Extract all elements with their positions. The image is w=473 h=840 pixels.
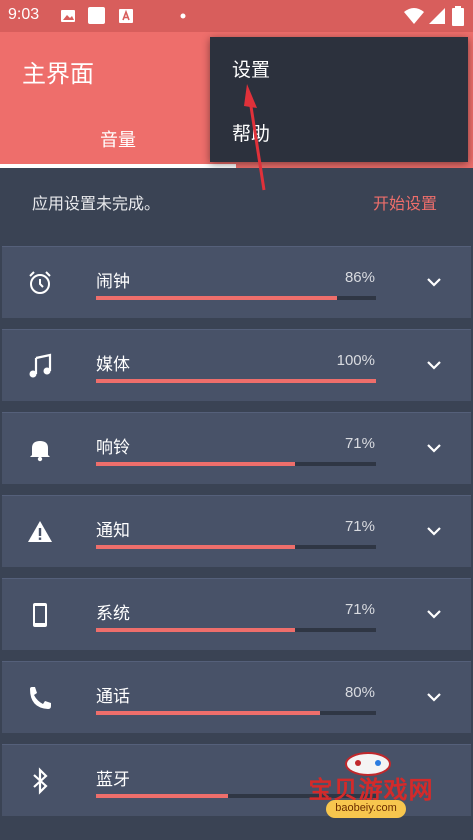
signal-icon bbox=[429, 8, 445, 24]
dot-icon bbox=[180, 13, 186, 19]
music-note-icon bbox=[29, 353, 52, 378]
text-a-icon bbox=[119, 9, 133, 23]
row-label: 通话 bbox=[96, 687, 130, 707]
volume-slider-fill bbox=[96, 711, 320, 715]
volume-slider[interactable] bbox=[96, 379, 376, 383]
row-label: 蓝牙 bbox=[96, 770, 130, 790]
row-percent: 71% bbox=[344, 601, 375, 618]
row-percent: 80% bbox=[344, 684, 375, 701]
volume-slider[interactable] bbox=[96, 462, 376, 466]
volume-row-alarm[interactable]: 闹钟 86% bbox=[2, 246, 471, 318]
status-time: 9:03 bbox=[8, 6, 40, 23]
volume-slider[interactable] bbox=[96, 628, 376, 632]
bluetooth-icon bbox=[33, 767, 48, 795]
row-label: 通知 bbox=[96, 521, 130, 541]
chevron-down-icon[interactable] bbox=[423, 603, 445, 625]
wifi-icon bbox=[404, 8, 424, 24]
volume-slider[interactable] bbox=[96, 296, 376, 300]
start-setup-button[interactable]: 开始设置 bbox=[373, 190, 437, 214]
row-label: 闹钟 bbox=[96, 272, 130, 292]
watermark-url: baobeiy.com bbox=[326, 800, 406, 818]
row-percent: 71% bbox=[344, 435, 375, 452]
row-percent: 100% bbox=[336, 352, 375, 369]
phone-device-icon bbox=[33, 603, 47, 627]
chevron-down-icon[interactable] bbox=[423, 437, 445, 459]
volume-slider-fill bbox=[96, 462, 295, 466]
setup-notice: 应用设置未完成。 开始设置 bbox=[0, 168, 473, 234]
row-percent: 71% bbox=[344, 518, 375, 535]
volume-row-notification[interactable]: 通知 71% bbox=[2, 495, 471, 567]
status-bar: 9:03 bbox=[0, 0, 473, 32]
volume-slider-fill bbox=[96, 379, 376, 383]
volume-slider-fill bbox=[96, 296, 337, 300]
row-percent: 86% bbox=[344, 269, 375, 286]
battery-icon bbox=[452, 6, 464, 26]
volume-row-media[interactable]: 媒体 100% bbox=[2, 329, 471, 401]
chevron-down-icon[interactable] bbox=[423, 520, 445, 542]
menu-item-help[interactable]: 帮助 bbox=[232, 119, 270, 146]
chevron-down-icon[interactable] bbox=[423, 686, 445, 708]
notice-text: 应用设置未完成。 bbox=[32, 194, 161, 213]
row-label: 响铃 bbox=[96, 438, 130, 458]
watermark-logo: 宝贝游戏网 baobeiy.com bbox=[296, 748, 446, 824]
bell-icon bbox=[30, 441, 50, 462]
warning-icon bbox=[28, 521, 52, 542]
chevron-down-icon[interactable] bbox=[423, 354, 445, 376]
volume-slider-fill bbox=[96, 628, 295, 632]
row-label: 系统 bbox=[96, 604, 130, 624]
page-title: 主界面 bbox=[22, 60, 94, 88]
overflow-menu: 设置 帮助 bbox=[210, 37, 468, 162]
row-label: 媒体 bbox=[96, 355, 130, 375]
square-icon bbox=[88, 7, 105, 24]
volume-row-ringtone[interactable]: 响铃 71% bbox=[2, 412, 471, 484]
volume-slider-fill bbox=[96, 794, 228, 798]
image-icon bbox=[61, 10, 75, 22]
volume-slider[interactable] bbox=[96, 545, 376, 549]
alarm-icon bbox=[29, 271, 51, 294]
volume-slider-fill bbox=[96, 545, 295, 549]
volume-row-system[interactable]: 系统 71% bbox=[2, 578, 471, 650]
chevron-down-icon[interactable] bbox=[423, 271, 445, 293]
volume-slider[interactable] bbox=[96, 711, 376, 715]
volume-row-call[interactable]: 通话 80% bbox=[2, 661, 471, 733]
phone-call-icon bbox=[30, 687, 51, 709]
tab-volume[interactable]: 音量 bbox=[0, 118, 236, 166]
menu-item-settings[interactable]: 设置 bbox=[232, 55, 270, 82]
